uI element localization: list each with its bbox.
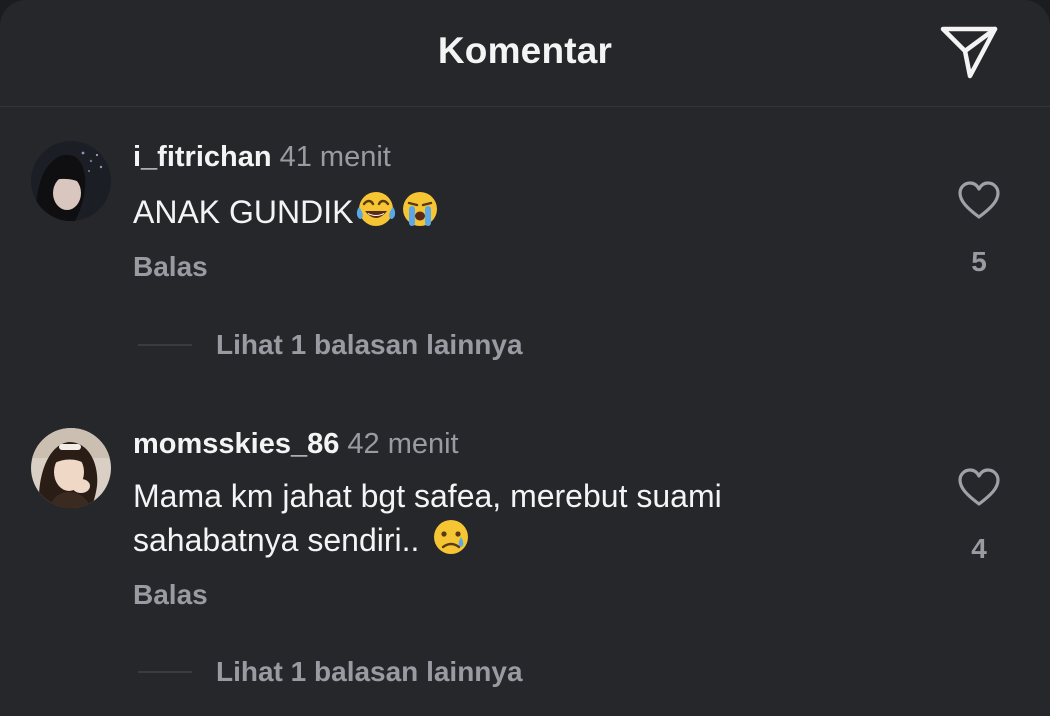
comments-header: Komentar	[0, 0, 1050, 107]
comment-meta: momsskies_86 42 menit	[133, 428, 459, 461]
thread-line	[138, 344, 192, 346]
like-count: 5	[971, 246, 987, 277]
thread-line	[138, 671, 192, 673]
comment-text-line-2: sahabatnya sendiri..	[133, 517, 893, 567]
heart-icon	[958, 468, 1000, 506]
avatar[interactable]	[31, 141, 111, 221]
view-replies-link[interactable]: Lihat 1 balasan lainnya	[216, 329, 523, 361]
avatar-image	[31, 428, 111, 508]
avatar[interactable]	[31, 428, 111, 508]
username[interactable]: momsskies_86	[133, 428, 339, 460]
reply-button[interactable]: Balas	[133, 251, 208, 283]
tears-of-joy-emoji-icon	[355, 189, 397, 239]
timestamp: 41 menit	[279, 141, 391, 173]
paper-plane-icon	[940, 26, 998, 79]
like-count: 4	[971, 533, 987, 564]
comments-sheet: Komentar i_fitrichan 41 menit ANAK GUNDI…	[0, 0, 1050, 716]
like-button[interactable]	[957, 181, 1001, 221]
heart-icon	[958, 181, 1000, 219]
comment-text-content: sahabatnya sendiri..	[133, 522, 420, 558]
comment-text-line: Mama km jahat bgt safea, merebut suami	[133, 478, 722, 514]
view-replies-link[interactable]: Lihat 1 balasan lainnya	[216, 656, 523, 688]
avatar-image	[31, 141, 111, 221]
crying-face-emoji-icon	[430, 517, 472, 567]
comment-text-content: ANAK GUNDIK	[133, 194, 354, 230]
comment-meta: i_fitrichan 41 menit	[133, 141, 391, 174]
username[interactable]: i_fitrichan	[133, 141, 272, 173]
timestamp: 42 menit	[347, 428, 459, 460]
like-button[interactable]	[957, 468, 1001, 508]
comment-text: Mama km jahat bgt safea, merebut suami s…	[133, 475, 893, 567]
reply-button[interactable]: Balas	[133, 579, 208, 611]
share-button[interactable]	[936, 24, 1002, 82]
comment-text: ANAK GUNDIK	[133, 189, 893, 239]
page-title: Komentar	[437, 30, 613, 71]
loudly-crying-emoji-icon	[399, 189, 441, 239]
